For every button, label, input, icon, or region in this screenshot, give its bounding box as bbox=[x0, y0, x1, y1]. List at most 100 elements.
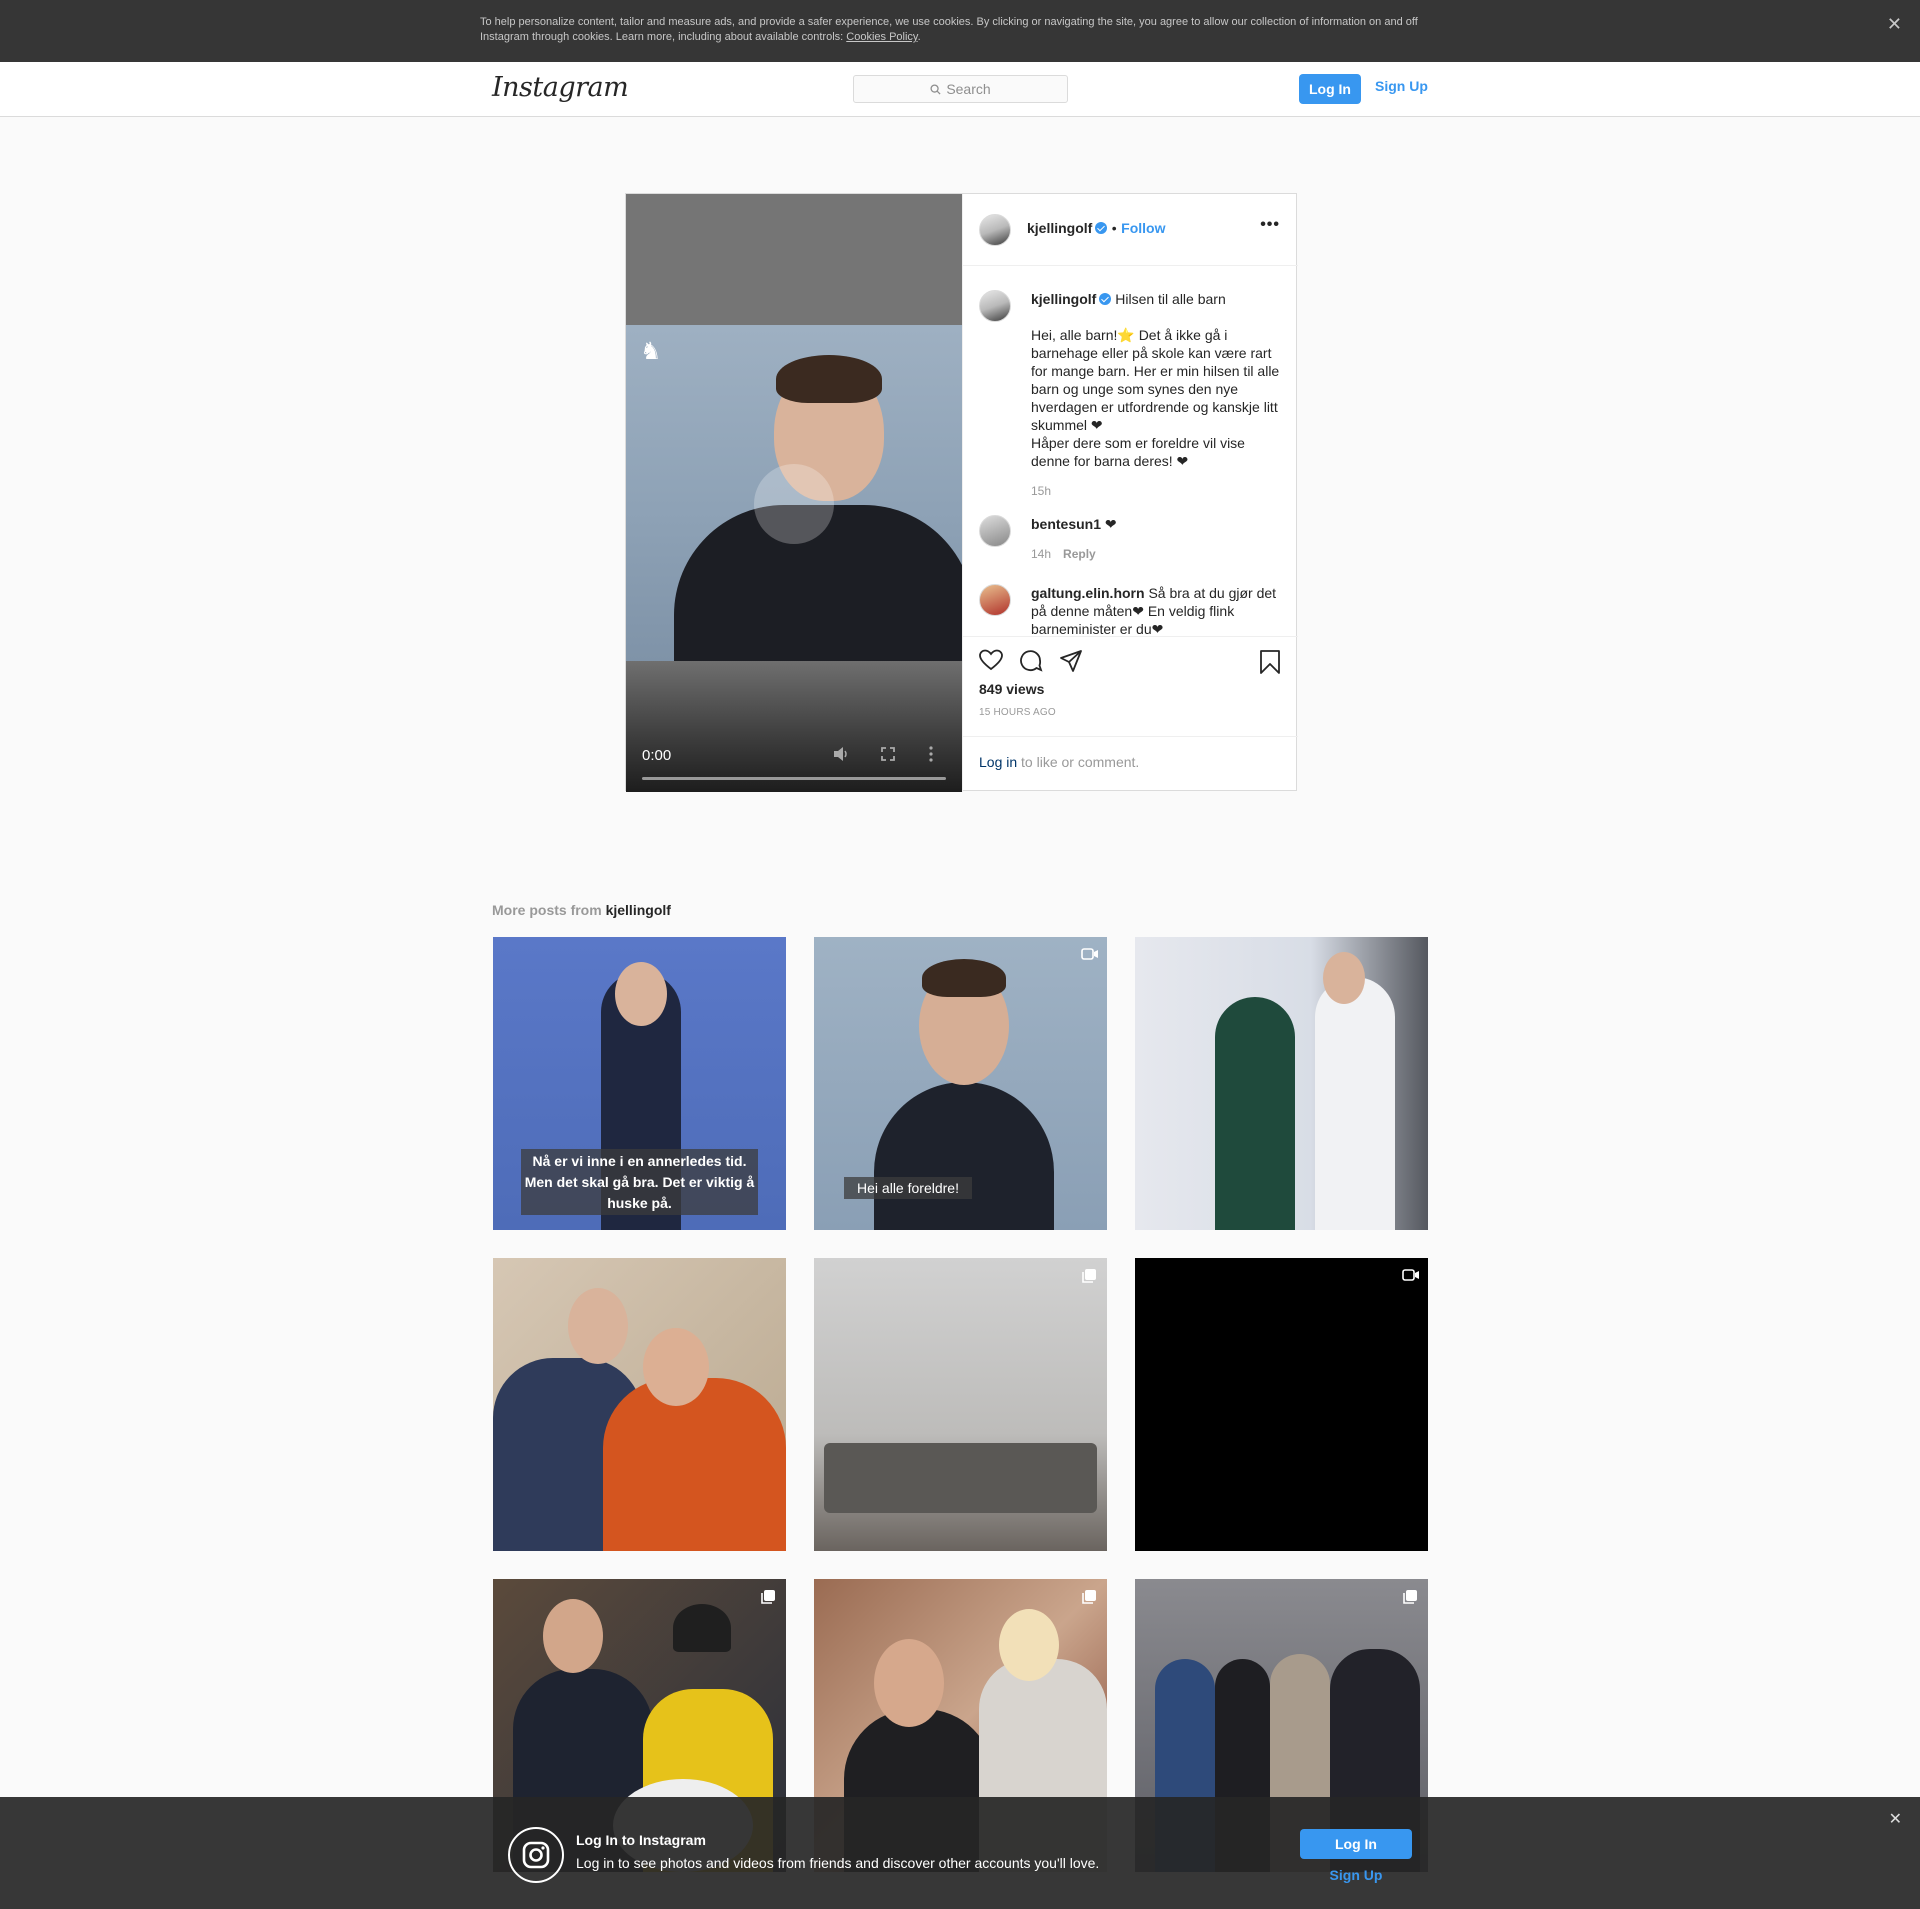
login-prompt: Log in to like or comment. bbox=[963, 736, 1298, 792]
photo-person-head bbox=[568, 1288, 628, 1364]
comment-body: galtung.elin.horn Så bra at du gjør det … bbox=[1031, 584, 1284, 636]
carousel-icon bbox=[1402, 1589, 1418, 1604]
close-icon[interactable]: ✕ bbox=[1887, 14, 1902, 35]
photo-person-2 bbox=[1315, 977, 1395, 1230]
search-icon bbox=[930, 83, 941, 95]
fullscreen-icon[interactable] bbox=[880, 746, 896, 767]
comment-icon[interactable] bbox=[1019, 649, 1043, 678]
post-actions: 849 views 15 HOURS AGO bbox=[963, 636, 1298, 730]
heart-icon[interactable] bbox=[979, 649, 1003, 676]
photo-hat bbox=[673, 1604, 731, 1652]
verified-icon bbox=[1099, 293, 1112, 305]
avatar[interactable] bbox=[979, 214, 1011, 246]
photo-sofa bbox=[824, 1443, 1097, 1513]
carousel-icon bbox=[760, 1589, 776, 1604]
cookie-text-end: . bbox=[917, 31, 921, 43]
caption-body: kjellingolf Hilsen til alle barn Hei, al… bbox=[1031, 290, 1284, 500]
photo-person-head bbox=[543, 1599, 603, 1673]
grid-post[interactable] bbox=[1135, 937, 1428, 1230]
avatar[interactable] bbox=[979, 584, 1011, 616]
instagram-icon bbox=[508, 1827, 564, 1883]
avatar[interactable] bbox=[979, 515, 1011, 547]
video-progress-bar[interactable] bbox=[642, 777, 946, 780]
caption-time: 15h bbox=[1031, 484, 1052, 498]
share-icon[interactable] bbox=[1059, 649, 1083, 678]
grid-post[interactable] bbox=[493, 1258, 786, 1551]
post-timestamp: 15 HOURS AGO bbox=[979, 707, 1056, 718]
top-nav: Instagram Search Log In Sign Up bbox=[0, 62, 1920, 117]
login-button[interactable]: Log In bbox=[1299, 74, 1361, 104]
carousel-icon bbox=[1081, 1268, 1097, 1283]
comment-body: bentesun1 ❤ 14h Reply bbox=[1031, 515, 1284, 563]
photo-person-head bbox=[1323, 952, 1365, 1004]
close-icon[interactable]: ✕ bbox=[1889, 1809, 1902, 1829]
bookmark-icon[interactable] bbox=[1259, 649, 1281, 680]
photo-person-head-2 bbox=[999, 1609, 1059, 1681]
signup-link[interactable]: Sign Up bbox=[1375, 78, 1428, 94]
video-more-icon[interactable] bbox=[929, 746, 933, 767]
caption-title: Hilsen til alle barn bbox=[1115, 291, 1226, 307]
comments-list[interactable]: kjellingolf Hilsen til alle barn Hei, al… bbox=[963, 266, 1298, 636]
grid-post[interactable] bbox=[1135, 1258, 1428, 1551]
avatar[interactable] bbox=[979, 290, 1011, 322]
login-banner-title: Log In to Instagram bbox=[576, 1832, 706, 1848]
search-input[interactable]: Search bbox=[853, 75, 1068, 103]
separator: • bbox=[1111, 220, 1117, 236]
video-letterbox-top bbox=[626, 194, 962, 325]
tile-caption: Hei alle foreldre! bbox=[844, 1177, 972, 1199]
cookie-text: To help personalize content, tailor and … bbox=[480, 16, 1418, 43]
photo-person-2 bbox=[603, 1378, 786, 1551]
caption-text-2: Håper dere som er foreldre vil vise denn… bbox=[1031, 435, 1245, 469]
cookies-policy-link[interactable]: Cookies Policy bbox=[846, 31, 917, 43]
video-icon bbox=[1402, 1268, 1419, 1282]
verified-icon bbox=[1095, 222, 1108, 234]
post-header-info: kjellingolf • Follow bbox=[1027, 220, 1165, 238]
cookie-banner: To help personalize content, tailor and … bbox=[0, 0, 1920, 62]
reply-button[interactable]: Reply bbox=[1063, 547, 1096, 561]
cookie-banner-text: To help personalize content, tailor and … bbox=[480, 15, 1440, 45]
follow-button[interactable]: Follow bbox=[1121, 220, 1165, 236]
grid-post[interactable]: Hei alle foreldre! bbox=[814, 937, 1107, 1230]
video-controls-bg bbox=[626, 661, 962, 792]
more-posts-username[interactable]: kjellingolf bbox=[606, 902, 671, 918]
comment-meta: 14h Reply bbox=[1031, 545, 1284, 563]
photo-person-head bbox=[874, 1639, 944, 1727]
carousel-icon bbox=[1081, 1589, 1097, 1604]
post-username[interactable]: kjellingolf bbox=[1027, 220, 1092, 236]
login-prompt-text: to like or comment. bbox=[1017, 754, 1140, 770]
login-link[interactable]: Log in bbox=[979, 754, 1017, 770]
photo-person-head-2 bbox=[643, 1328, 709, 1406]
view-count[interactable]: 849 views bbox=[979, 681, 1044, 697]
login-button[interactable]: Log In bbox=[1300, 1829, 1412, 1859]
search-placeholder: Search bbox=[946, 81, 991, 97]
more-posts-label: More posts from bbox=[492, 902, 606, 918]
volume-icon[interactable] bbox=[832, 746, 850, 767]
more-posts-heading: More posts from kjellingolf bbox=[492, 902, 671, 918]
photo-person bbox=[1215, 997, 1295, 1230]
signup-link[interactable]: Sign Up bbox=[1300, 1867, 1412, 1883]
instagram-logo[interactable]: Instagram bbox=[492, 72, 629, 103]
login-banner-text: Log in to see photos and videos from fri… bbox=[576, 1855, 1100, 1871]
comment-username[interactable]: bentesun1 bbox=[1031, 516, 1101, 532]
play-icon[interactable] bbox=[754, 464, 834, 544]
caption-username[interactable]: kjellingolf bbox=[1031, 291, 1096, 307]
caption-text: Hei, alle barn!⭐ Det å ikke gå i barneha… bbox=[1031, 327, 1280, 433]
photo-person-hair bbox=[922, 959, 1006, 997]
grid-post[interactable]: Nå er vi inne i en annerledes tid. Men d… bbox=[493, 937, 786, 1230]
norway-crest-icon: ♞ bbox=[640, 338, 662, 365]
comment-username[interactable]: galtung.elin.horn bbox=[1031, 585, 1145, 601]
video-time: 0:00 bbox=[642, 747, 672, 764]
photo-person-head bbox=[615, 962, 667, 1026]
video-person-hair bbox=[776, 355, 882, 403]
post-header: kjellingolf • Follow ••• bbox=[963, 194, 1298, 266]
grid-post[interactable] bbox=[814, 1258, 1107, 1551]
post-sidebar: kjellingolf • Follow ••• kjellingolf Hil… bbox=[962, 194, 1298, 792]
post-card: ♞ 0:00 kjellingolf • Follow ••• kjelling… bbox=[625, 193, 1298, 792]
video-player[interactable]: ♞ 0:00 bbox=[626, 194, 962, 792]
login-banner: Log In to Instagram Log in to see photos… bbox=[0, 1797, 1920, 1909]
more-options-icon[interactable]: ••• bbox=[1260, 216, 1280, 234]
comment-time: 14h bbox=[1031, 547, 1052, 561]
comment-text: ❤ bbox=[1104, 516, 1117, 532]
video-icon bbox=[1081, 947, 1098, 961]
tile-caption: Nå er vi inne i en annerledes tid. Men d… bbox=[521, 1149, 758, 1215]
